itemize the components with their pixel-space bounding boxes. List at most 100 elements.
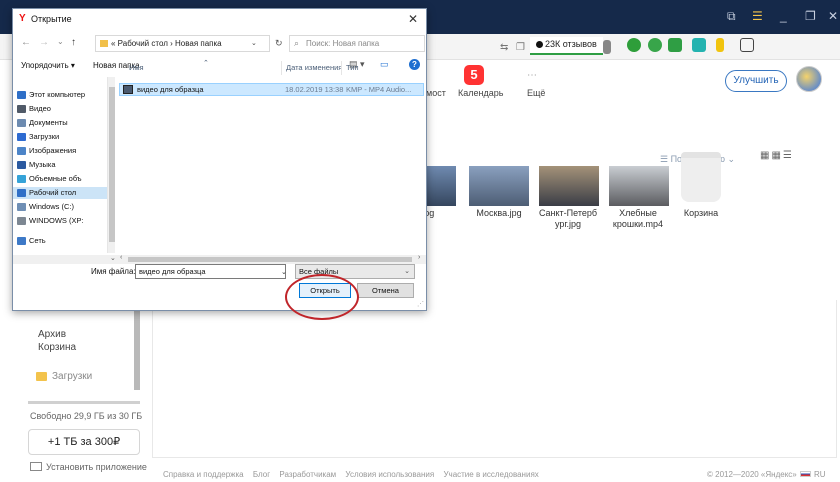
extension-leaf-icon[interactable]	[627, 38, 641, 52]
file-name-label: Имя файла:	[91, 267, 136, 276]
column-header-date[interactable]: Дата изменения	[286, 63, 342, 72]
app-label-more[interactable]: Ещё	[527, 88, 545, 98]
avatar[interactable]	[796, 66, 822, 92]
file-thumbnail[interactable]	[426, 166, 456, 206]
scroll-right-icon[interactable]: ›	[418, 254, 420, 261]
nav-pane-scrollbar[interactable]	[107, 77, 115, 253]
close-icon[interactable]: ✕	[408, 12, 418, 26]
minimize-icon[interactable]: _	[780, 9, 787, 23]
footer-link[interactable]: Участие в исследованиях	[443, 470, 538, 479]
more-apps-icon[interactable]: ⋯	[527, 70, 538, 81]
nav-item-video[interactable]: Видео	[13, 103, 107, 115]
column-separator[interactable]	[281, 61, 282, 75]
extension-gift-icon[interactable]	[740, 38, 754, 52]
trash-icon[interactable]	[681, 152, 721, 202]
content-panel	[152, 300, 837, 458]
nav-item-music[interactable]: Музыка	[13, 159, 107, 171]
sidebar-item-downloads[interactable]: Загрузки	[52, 371, 92, 382]
file-thumbnail-spb[interactable]	[539, 166, 599, 206]
calendar-icon[interactable]: 5	[464, 65, 484, 85]
close-browser-icon[interactable]: ✕	[828, 9, 838, 23]
column-header-name[interactable]: Имя	[129, 63, 144, 72]
folder-icon	[36, 372, 47, 381]
nav-item-desktop[interactable]: Рабочий стол	[13, 187, 107, 199]
extension-shield-icon[interactable]	[668, 38, 682, 52]
footer-link[interactable]: Разработчикам	[279, 470, 336, 479]
column-header-type[interactable]: Тип	[346, 63, 359, 72]
back-icon[interactable]: ←	[21, 37, 31, 48]
footer-link[interactable]: Справка и поддержка	[163, 470, 244, 479]
chevron-down-icon[interactable]: ⌄	[251, 39, 257, 47]
app-label-bridge[interactable]: мост	[426, 88, 446, 98]
video-icon	[17, 105, 26, 113]
file-thumbnail-crumbs[interactable]	[609, 166, 669, 206]
nav-item-network[interactable]: Сеть	[13, 235, 107, 247]
sidebar-item-archive[interactable]: Архив	[38, 329, 66, 340]
up-icon[interactable]: ↑	[71, 37, 76, 48]
scroll-thumb[interactable]	[128, 257, 412, 262]
horizontal-scrollbar[interactable]: ⌄ ‹ ›	[13, 254, 426, 264]
buy-space-button[interactable]: +1 ТБ за 300₽	[28, 429, 140, 455]
column-separator[interactable]	[341, 61, 342, 75]
bookmark-window-icon[interactable]: ⧉	[727, 9, 736, 24]
nav-item-drive-xp[interactable]: WINDOWS (XP:	[13, 215, 107, 227]
breadcrumb[interactable]: « Рабочий стол › Новая папка	[95, 35, 270, 52]
extension-arrow-icon[interactable]	[648, 38, 662, 52]
cancel-button[interactable]: Отмена	[357, 283, 414, 298]
upgrade-button[interactable]: Улучшить	[725, 70, 787, 92]
nav-item-documents[interactable]: Документы	[13, 117, 107, 129]
yandex-browser-icon: Y	[19, 13, 26, 24]
restore-icon[interactable]: ❐	[805, 9, 816, 23]
app-label-calendar[interactable]: Календарь	[458, 88, 503, 98]
chevron-down-icon[interactable]: ⌄	[110, 254, 116, 262]
scroll-thumb[interactable]	[109, 87, 115, 242]
recent-dropdown-icon[interactable]: ⌄	[57, 37, 64, 46]
navigation-pane: Этот компьютер Видео Документы Загрузки …	[13, 77, 107, 255]
nav-item-downloads[interactable]: Загрузки	[13, 131, 107, 143]
refresh-icon[interactable]: ↻	[275, 38, 283, 49]
computer-icon	[30, 462, 42, 471]
nav-item-pictures[interactable]: Изображения	[13, 145, 107, 157]
reviews-badge[interactable]: 23К отзывов	[530, 37, 603, 55]
extension-bookmark-icon[interactable]	[716, 38, 724, 52]
language-switch[interactable]: RU	[800, 470, 826, 479]
file-name-field[interactable]: видео для образца	[135, 264, 286, 279]
nav-item-drive-c[interactable]: Windows (C:)	[13, 201, 107, 213]
resize-grip-icon[interactable]: ⋰	[417, 300, 424, 308]
menu-icon[interactable]: ☰	[752, 9, 763, 23]
open-file-dialog: Y Открытие ✕ ← → ⌄ ↑ « Рабочий стол › Но…	[12, 8, 427, 311]
view-mode-icons[interactable]: ▦▦☰	[760, 150, 794, 161]
video-file-icon	[123, 85, 133, 94]
organize-menu[interactable]: Упорядочить ▾	[21, 61, 75, 70]
footer-link[interactable]: Условия использования	[345, 470, 434, 479]
storage-text: Свободно 29,9 ГБ из 30 ГБ	[30, 411, 143, 421]
nav-item-this-pc[interactable]: Этот компьютер	[13, 89, 107, 101]
document-icon	[17, 119, 26, 127]
footer-link[interactable]: Блог	[253, 470, 270, 479]
sidebar-item-trash[interactable]: Корзина	[38, 342, 76, 353]
extension-note-icon[interactable]	[692, 38, 706, 52]
bookmark-icon[interactable]	[603, 40, 611, 54]
file-caption: Хлебные крошки.mp4	[612, 208, 664, 229]
tab-icon[interactable]: ❐	[516, 42, 525, 53]
table-row[interactable]: видео для образца 18.02.2019 13:38 KMP -…	[119, 83, 424, 96]
install-app-link[interactable]: Установить приложение	[30, 462, 147, 472]
footer-copyright: © 2012—2020 «Яндекс»	[707, 470, 797, 479]
highlight-circle	[285, 274, 359, 320]
file-name: видео для образца	[137, 85, 204, 94]
network-icon	[17, 237, 26, 245]
search-input[interactable]: ⌕ Поиск: Новая папка	[289, 35, 425, 52]
computer-icon	[17, 91, 26, 99]
file-caption: Санкт-Петерб ург.jpg	[538, 208, 598, 229]
scroll-left-icon[interactable]: ‹	[120, 254, 122, 261]
file-date: 18.02.2019 13:38	[285, 85, 344, 94]
file-thumbnail-moscow[interactable]	[469, 166, 529, 206]
image-icon	[17, 147, 26, 155]
chevron-down-icon[interactable]: ⌄	[281, 268, 287, 276]
dialog-titlebar[interactable]: Y Открытие ✕	[13, 9, 426, 31]
translate-icon[interactable]: ⇆	[500, 42, 508, 53]
sidebar-scrollbar[interactable]	[134, 300, 140, 390]
forward-icon[interactable]: →	[39, 37, 49, 48]
nav-item-3d-objects[interactable]: Объемные объ	[13, 173, 107, 185]
music-icon	[17, 161, 26, 169]
